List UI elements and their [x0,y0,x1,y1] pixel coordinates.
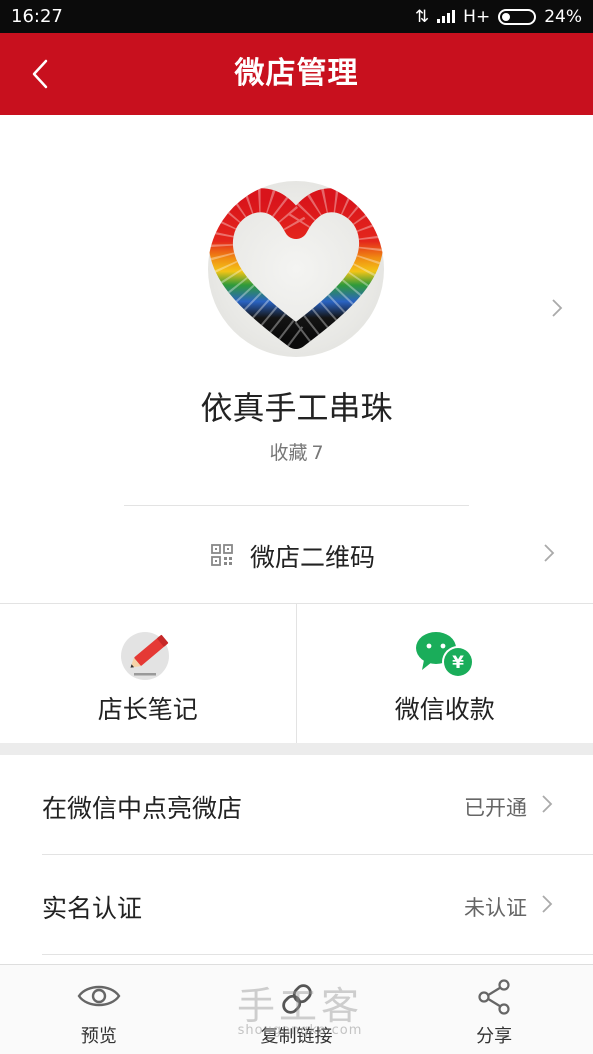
shop-notes-button[interactable]: 店长笔记 [0,604,297,744]
chevron-right-icon [542,895,553,913]
wechat-enable-label: 在微信中点亮微店 [42,794,243,823]
preview-tab[interactable]: 预览 [0,965,198,1054]
status-bar: 16:27 ⇅ H+ 24% [0,0,593,33]
link-icon [281,984,312,1014]
share-label: 分享 [476,1026,513,1047]
wechat-payment-button[interactable]: ¥ 微信收款 [297,604,593,744]
real-name-verification-label: 实名认证 [42,894,143,923]
real-name-verification-row[interactable]: 实名认证 未认证 [0,855,593,955]
chevron-right-icon [542,795,553,813]
shop-profile[interactable]: 依真手工串珠 收藏 7 [0,115,593,505]
battery-level: 24% [544,6,582,27]
wechat-enable-row[interactable]: 在微信中点亮微店 已开通 [0,755,593,855]
copy-link-tab[interactable]: 复制链接 [198,965,396,1054]
battery-icon [498,8,537,25]
real-name-verification-status: 未认证 [464,896,527,920]
section-gap [0,743,593,755]
shop-name: 依真手工串珠 [200,389,393,427]
copy-link-label: 复制链接 [260,1026,333,1047]
signal-icon [437,10,456,23]
shop-avatar[interactable] [208,181,384,357]
feature-grid: 店长笔记 ¥ 微信收款 [0,603,593,744]
header: 微店管理 [0,33,593,115]
status-time: 16:27 [11,6,63,27]
share-icon [478,979,510,1015]
shop-notes-label: 店长笔记 [97,695,198,724]
wechat-payment-label: 微信收款 [394,695,495,724]
chevron-right-icon [544,544,555,562]
shop-qr-code-row[interactable]: 微店二维码 [0,506,593,603]
preview-label: 预览 [80,1026,117,1047]
data-transfer-icon: ⇅ [414,6,430,27]
share-tab[interactable]: 分享 [395,965,593,1054]
qr-code-label: 微店二维码 [250,543,376,572]
favorites-count: 收藏 7 [0,438,593,465]
bottom-toolbar: 预览 复制链接 分享 [0,964,593,1054]
page-title: 微店管理 [234,56,359,91]
beaded-heart-image [208,188,384,349]
eye-icon [77,985,121,1007]
favorites-number: 7 [311,442,324,464]
wechat-enable-status: 已开通 [464,796,527,820]
qr-code-icon [211,544,233,566]
wechat-pay-icon: ¥ [415,632,474,678]
chevron-right-icon [552,299,563,317]
svg-text:¥: ¥ [452,653,464,673]
favorites-label: 收藏 [269,442,308,464]
network-type: H+ [463,6,491,27]
pencil-icon [120,632,169,680]
divider [42,954,593,955]
